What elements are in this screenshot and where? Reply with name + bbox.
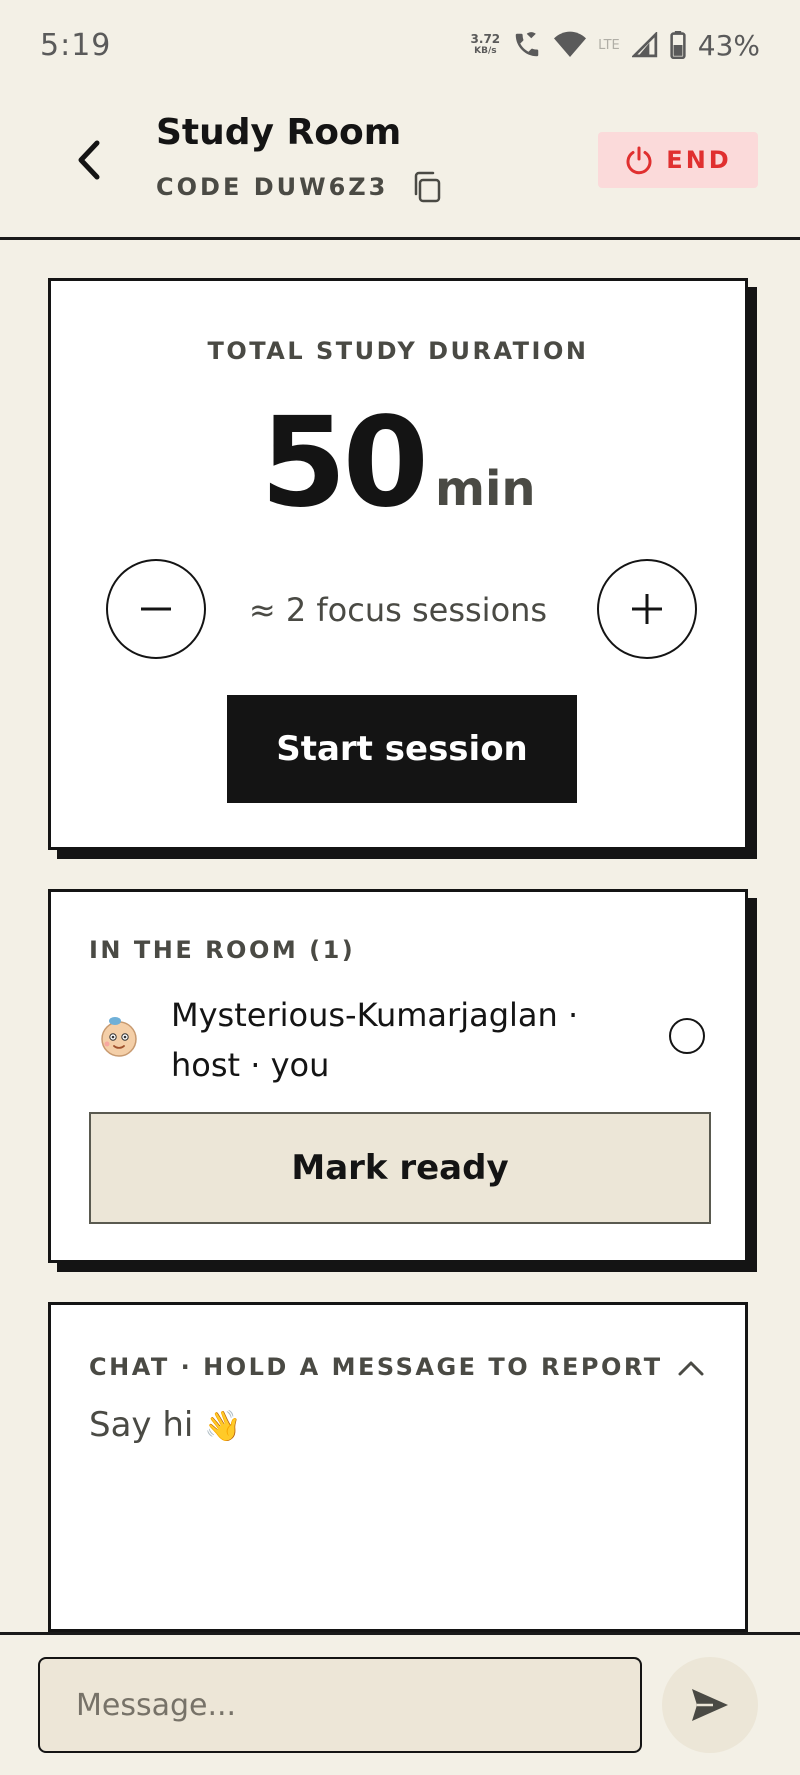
end-label: END <box>666 146 732 174</box>
battery-level: 43% <box>697 28 760 62</box>
network-type: LTE <box>598 37 620 53</box>
start-session-button[interactable]: Start session <box>227 695 577 803</box>
room-title: Study Room <box>156 112 402 153</box>
status-icons: 3.72 KB/s LTE 43% <box>471 29 760 62</box>
room-header: Study Room CODE DUW6Z3 END <box>0 90 800 240</box>
room-members-label: IN THE ROOM (1) <box>89 936 356 964</box>
chat-label: CHAT · HOLD A MESSAGE TO REPORT <box>89 1353 663 1381</box>
avatar-face-icon <box>101 1017 137 1057</box>
increase-duration-button[interactable] <box>597 559 697 659</box>
chat-collapse-button[interactable] <box>673 1353 709 1383</box>
chevron-up-icon <box>678 1361 704 1376</box>
duration-unit: min <box>434 461 536 517</box>
duration-number: 50 <box>260 391 429 535</box>
battery-icon <box>670 31 686 59</box>
duration-label: TOTAL STUDY DURATION <box>207 337 589 365</box>
end-room-button[interactable]: END <box>598 132 758 188</box>
status-bar: 5:19 3.72 KB/s LTE 43% <box>0 0 800 90</box>
avatar <box>95 1012 143 1060</box>
member-ready-indicator <box>669 1018 705 1054</box>
message-input[interactable] <box>38 1657 642 1753</box>
room-members-card: IN THE ROOM (1) Mysterious-Kumarjaglan ·… <box>48 889 748 1263</box>
copy-icon <box>415 171 441 203</box>
message-composer <box>0 1632 800 1775</box>
mark-ready-button[interactable]: Mark ready <box>89 1112 711 1224</box>
power-icon <box>626 146 652 175</box>
waving-hand-icon: 👋 <box>204 1409 242 1444</box>
chat-card: CHAT · HOLD A MESSAGE TO REPORT Say hi 👋 <box>48 1302 748 1632</box>
wifi-icon <box>554 31 587 57</box>
signal-icon <box>631 32 657 58</box>
copy-code-button[interactable] <box>410 170 442 204</box>
send-icon <box>692 1689 728 1721</box>
net-speed: 3.72 KB/s <box>471 33 501 57</box>
room-code-row: CODE DUW6Z3 <box>156 170 442 204</box>
chevron-left-icon <box>78 140 100 180</box>
room-code: CODE DUW6Z3 <box>156 173 389 201</box>
back-button[interactable] <box>68 130 108 190</box>
member-name: Mysterious-Kumarjaglan · host · you <box>171 990 631 1090</box>
wifi-call-icon <box>515 32 539 57</box>
duration-card: TOTAL STUDY DURATION 50 min ≈ 2 focus se… <box>48 278 748 850</box>
send-button[interactable] <box>662 1657 758 1753</box>
chat-empty-state: Say hi 👋 <box>89 1405 242 1445</box>
plus-icon <box>632 594 662 624</box>
duration-value: 50 min <box>51 391 745 535</box>
chat-empty-text: Say hi <box>89 1405 194 1445</box>
member-name-line1: Mysterious-Kumarjaglan · <box>171 996 579 1034</box>
net-speed-unit: KB/s <box>474 46 497 56</box>
member-name-line2: host · you <box>171 1046 330 1084</box>
status-time: 5:19 <box>40 27 112 63</box>
net-speed-value: 3.72 <box>470 32 501 46</box>
